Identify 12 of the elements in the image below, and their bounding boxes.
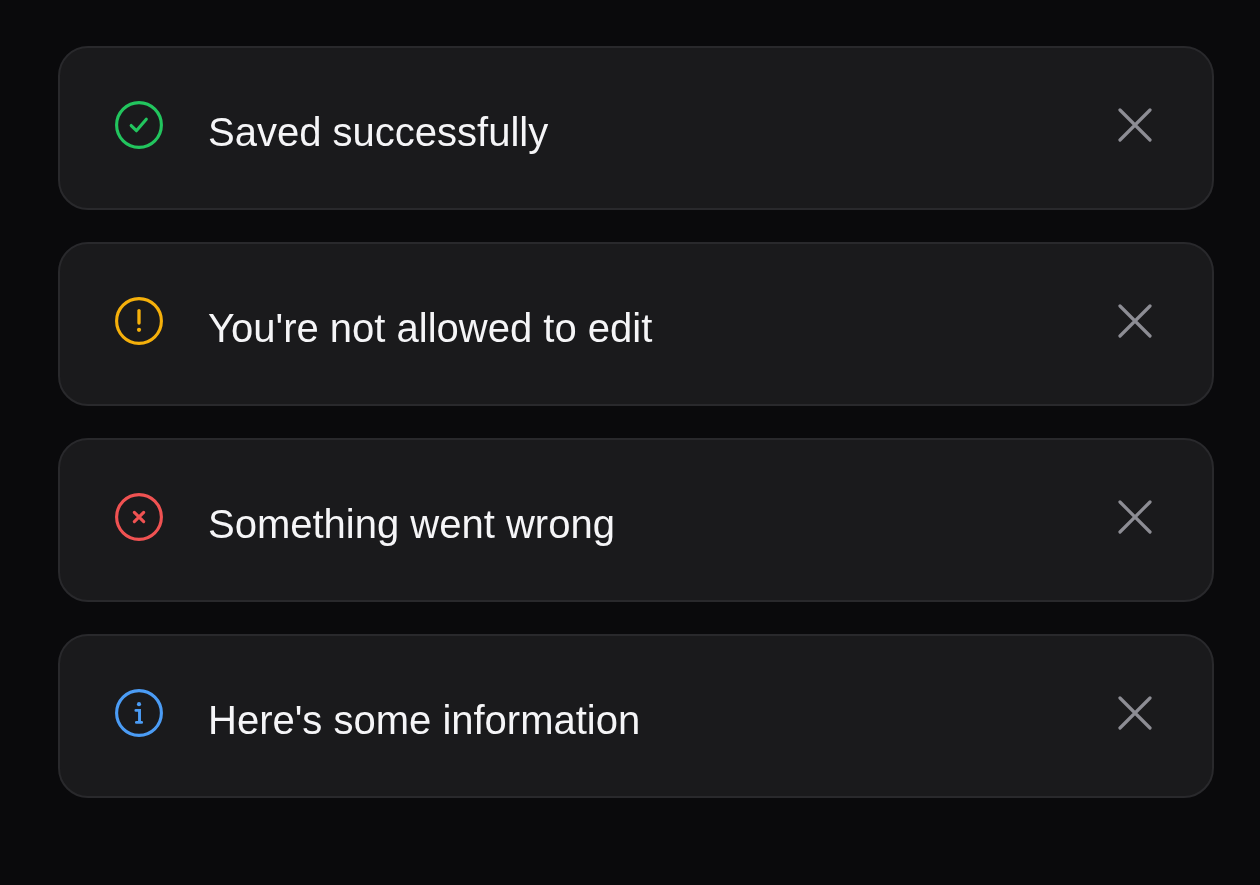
close-icon	[1118, 304, 1152, 338]
close-button[interactable]	[1118, 108, 1152, 142]
close-button[interactable]	[1118, 304, 1152, 338]
toast-message: Saved successfully	[208, 108, 550, 155]
close-button[interactable]	[1118, 696, 1152, 730]
close-button[interactable]	[1118, 500, 1152, 534]
toast-message: You're not allowed to edit	[208, 304, 654, 351]
toast-message: Here's some information	[208, 696, 642, 743]
toast-message: Something went wrong	[208, 500, 616, 547]
close-icon	[1118, 500, 1152, 534]
close-icon	[1118, 696, 1152, 730]
close-icon	[1118, 108, 1152, 142]
